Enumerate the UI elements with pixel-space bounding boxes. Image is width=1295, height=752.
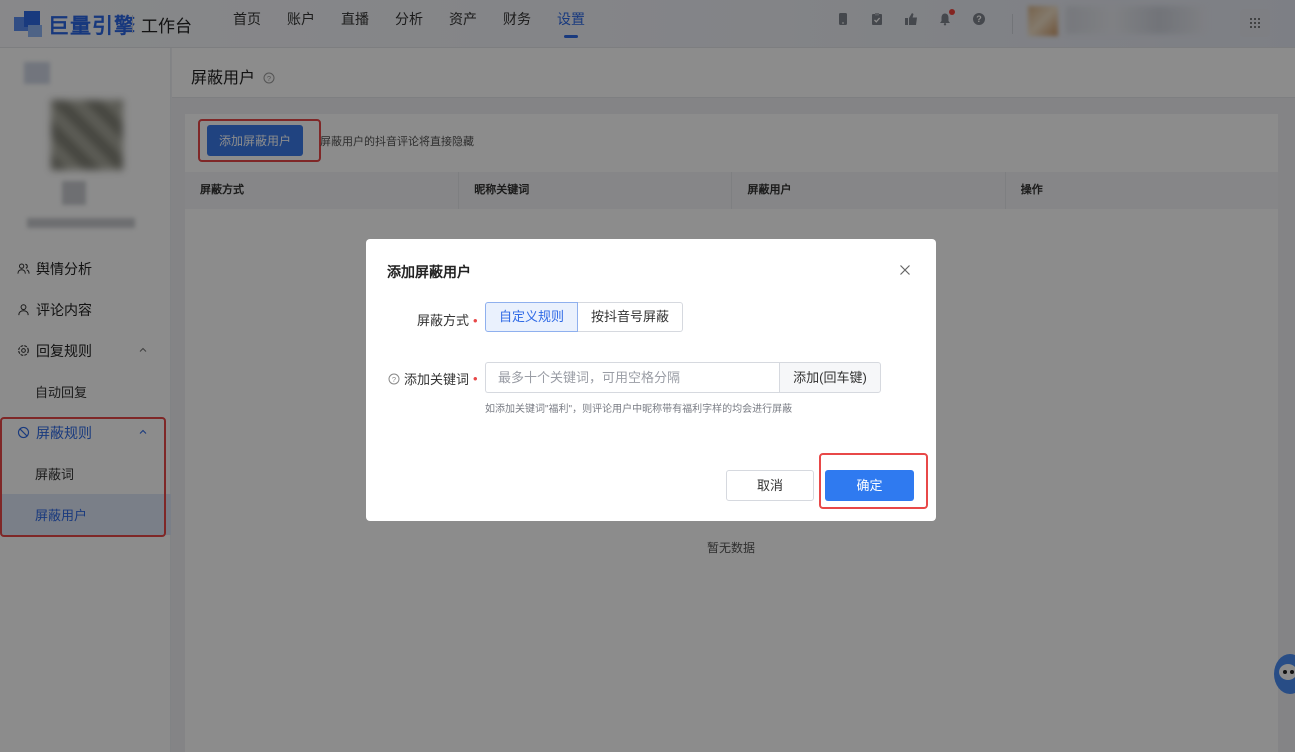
svg-text:?: ? <box>392 374 396 383</box>
add-blocked-user-dialog: 添加屏蔽用户 屏蔽方式• 自定义规则 按抖音号屏蔽 ? 添加关键词• 添加(回车… <box>366 239 936 521</box>
block-mode-selector: 自定义规则 按抖音号屏蔽 <box>485 302 684 332</box>
keyword-label-text: 添加关键词 <box>404 372 470 387</box>
keyword-label: ? 添加关键词 • <box>388 369 478 388</box>
cancel-button[interactable]: 取消 <box>726 470 814 501</box>
required-mark: • <box>473 371 478 386</box>
add-keyword-button[interactable]: 添加(回车键) <box>779 362 881 393</box>
block-mode-label: 屏蔽方式 • <box>417 310 478 329</box>
required-mark: • <box>473 313 478 328</box>
keyword-input[interactable] <box>485 362 779 393</box>
help-circle-icon[interactable]: ? <box>388 373 400 385</box>
dialog-title: 添加屏蔽用户 <box>387 264 471 280</box>
keyword-tip-text: 如添加关键词"福利"，则评论用户中昵称带有福利字样的均会进行屏蔽 <box>485 404 793 415</box>
highlight-box-confirm <box>819 453 928 509</box>
mode-custom-rule-button[interactable]: 自定义规则 <box>485 302 579 332</box>
block-mode-label-text: 屏蔽方式 <box>417 313 470 328</box>
close-icon[interactable] <box>898 263 912 277</box>
mode-douyin-id-button[interactable]: 按抖音号屏蔽 <box>578 302 684 332</box>
